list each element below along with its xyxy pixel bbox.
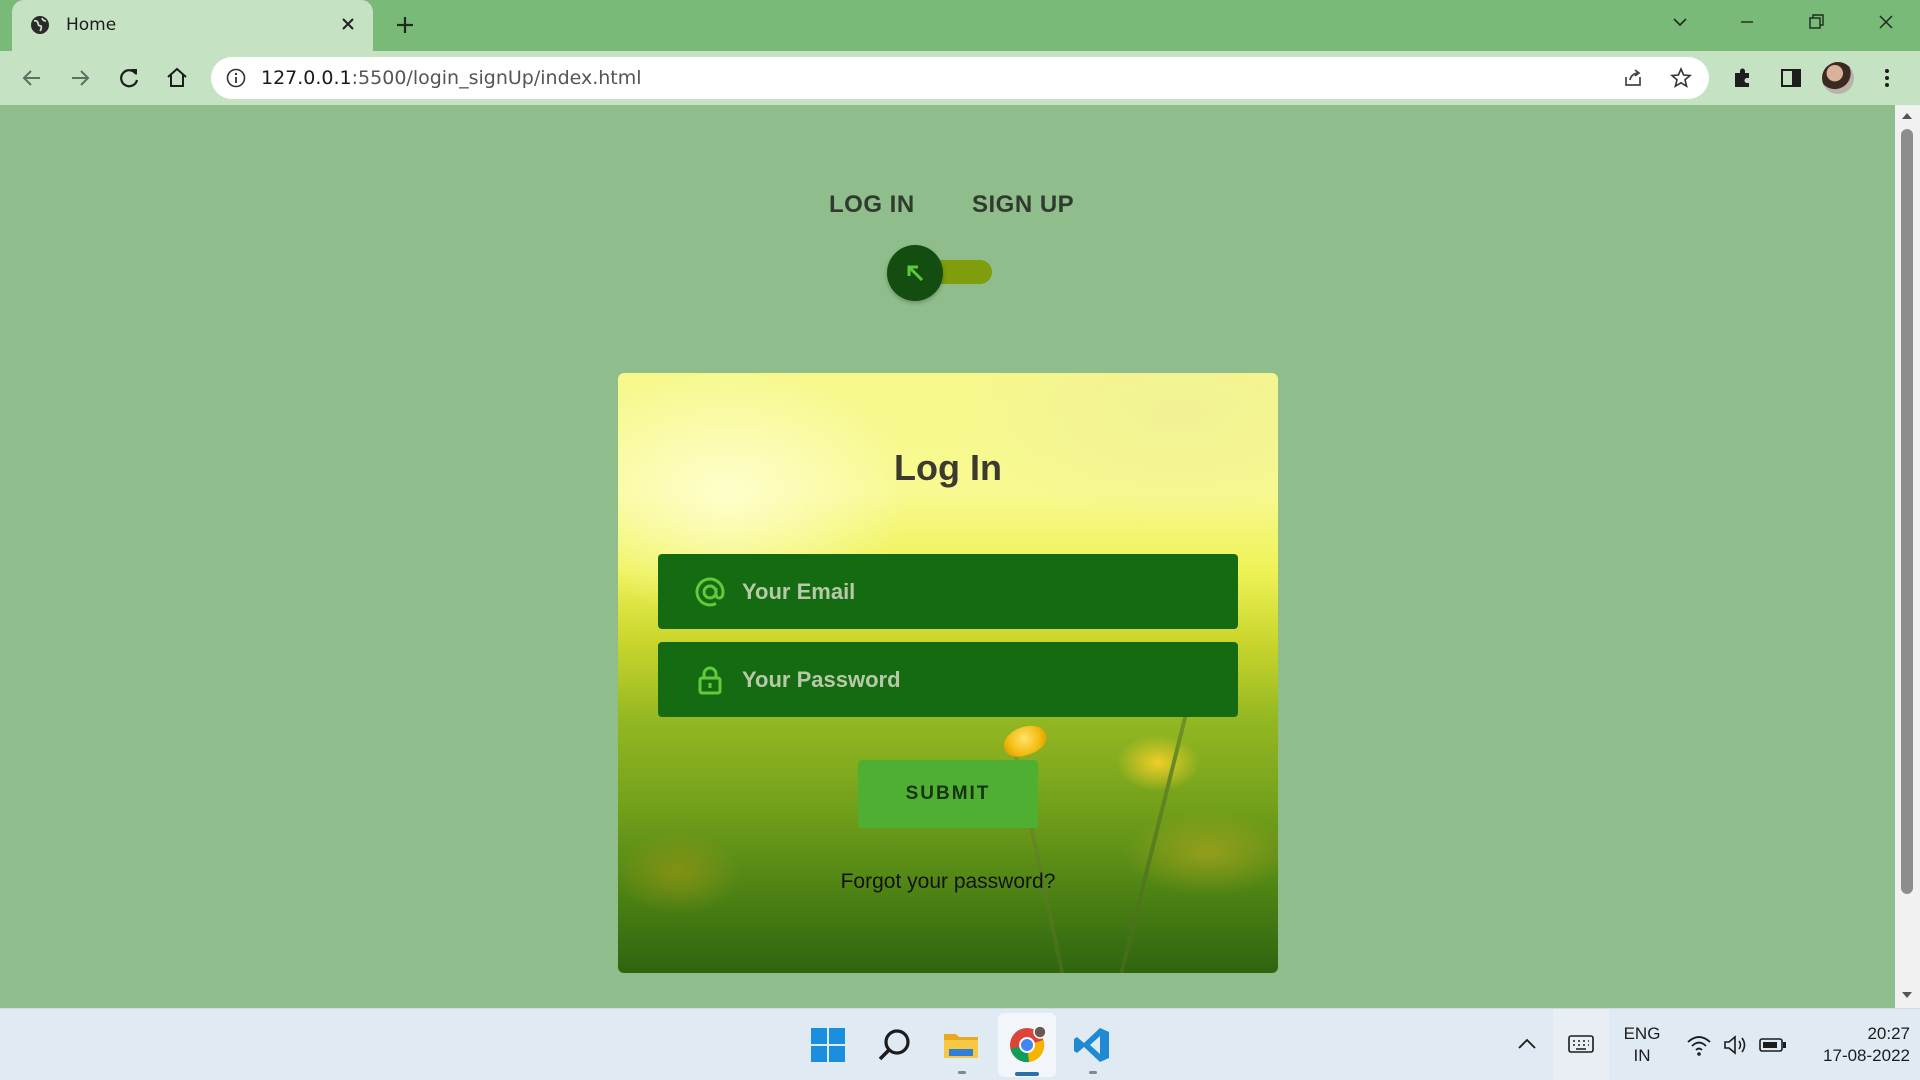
forgot-password-link[interactable]: Forgot your password?	[618, 870, 1278, 894]
url-text: 127.0.0.1:5500/login_signUp/index.html	[261, 67, 642, 89]
volume-icon[interactable]	[1721, 1031, 1749, 1059]
browser-tab-home[interactable]: Home	[12, 0, 373, 51]
email-input[interactable]	[742, 554, 1222, 629]
windows-taskbar: ENG IN 20:27 17-08-2022	[0, 1008, 1920, 1080]
active-app-indicator	[1015, 1072, 1039, 1076]
at-sign-icon	[695, 577, 725, 607]
clock[interactable]: 20:27 17-08-2022	[1800, 1023, 1910, 1067]
close-window-icon[interactable]	[1874, 10, 1898, 34]
extensions-puzzle-icon[interactable]	[1730, 65, 1756, 91]
minimize-icon[interactable]	[1735, 10, 1759, 34]
buttercup-flower	[999, 720, 1051, 762]
login-card: Log In SUBMIT Forgot your password?	[618, 373, 1278, 973]
back-arrow-icon[interactable]	[19, 65, 45, 91]
globe-icon	[31, 16, 49, 34]
side-panel-icon[interactable]	[1778, 65, 1804, 91]
battery-icon[interactable]	[1758, 1031, 1788, 1059]
auth-toggle-knob[interactable]	[887, 245, 943, 301]
clock-date: 17-08-2022	[1823, 1046, 1910, 1065]
touch-keyboard-button[interactable]	[1553, 1009, 1609, 1080]
tab-title: Home	[66, 15, 117, 35]
language-code: ENG	[1623, 1024, 1661, 1043]
restore-icon[interactable]	[1804, 10, 1828, 34]
scrollbar-thumb[interactable]	[1901, 129, 1913, 894]
forward-arrow-icon[interactable]	[67, 65, 93, 91]
windows-start-icon[interactable]	[808, 1025, 848, 1065]
submit-button[interactable]: SUBMIT	[858, 760, 1038, 828]
site-info-icon[interactable]	[225, 67, 247, 89]
address-bar[interactable]: 127.0.0.1:5500/login_signUp/index.html	[211, 57, 1709, 99]
page-scrollbar[interactable]	[1895, 105, 1920, 1008]
password-input[interactable]	[742, 642, 1222, 717]
scroll-down-arrow-icon[interactable]	[1902, 992, 1912, 998]
url-path: :5500/login_signUp/index.html	[351, 67, 642, 89]
tab-search-chevron-icon[interactable]	[1668, 10, 1692, 34]
clock-time: 20:27	[1867, 1024, 1910, 1043]
browser-menu-icon[interactable]	[1874, 65, 1900, 91]
lock-icon	[698, 666, 722, 695]
card-title: Log In	[894, 447, 1002, 488]
region-code: IN	[1633, 1046, 1651, 1065]
profile-avatar[interactable]	[1822, 62, 1854, 94]
share-icon[interactable]	[1621, 66, 1645, 90]
browser-tabstrip: Home	[0, 0, 1920, 51]
new-tab-icon[interactable]	[393, 13, 417, 37]
keyboard-icon	[1568, 1035, 1594, 1053]
url-host: 127.0.0.1	[261, 67, 352, 89]
close-tab-icon[interactable]	[336, 12, 360, 36]
page-viewport: LOG IN SIGN UP Log In S	[0, 105, 1895, 1008]
show-hidden-icons-chevron-icon[interactable]	[1514, 1031, 1540, 1057]
nav-login-label[interactable]: LOG IN	[829, 191, 915, 219]
nav-signup-label[interactable]: SIGN UP	[972, 191, 1074, 219]
running-indicator	[958, 1071, 966, 1074]
wifi-icon[interactable]	[1685, 1031, 1713, 1059]
vscode-icon[interactable]	[1072, 1025, 1112, 1065]
home-icon[interactable]	[164, 65, 190, 91]
browser-toolbar: 127.0.0.1:5500/login_signUp/index.html	[0, 51, 1920, 105]
input-language-indicator[interactable]: ENG IN	[1617, 1023, 1667, 1067]
scroll-up-arrow-icon[interactable]	[1902, 113, 1912, 119]
bookmark-star-icon[interactable]	[1669, 66, 1693, 90]
arrow-up-left-icon	[907, 265, 924, 282]
password-field[interactable]	[658, 642, 1238, 717]
search-icon[interactable]	[875, 1025, 915, 1065]
running-indicator	[1089, 1071, 1097, 1074]
email-field[interactable]	[658, 554, 1238, 629]
file-explorer-icon[interactable]	[941, 1025, 981, 1065]
reload-icon[interactable]	[116, 65, 142, 91]
chrome-icon[interactable]	[1007, 1025, 1047, 1065]
